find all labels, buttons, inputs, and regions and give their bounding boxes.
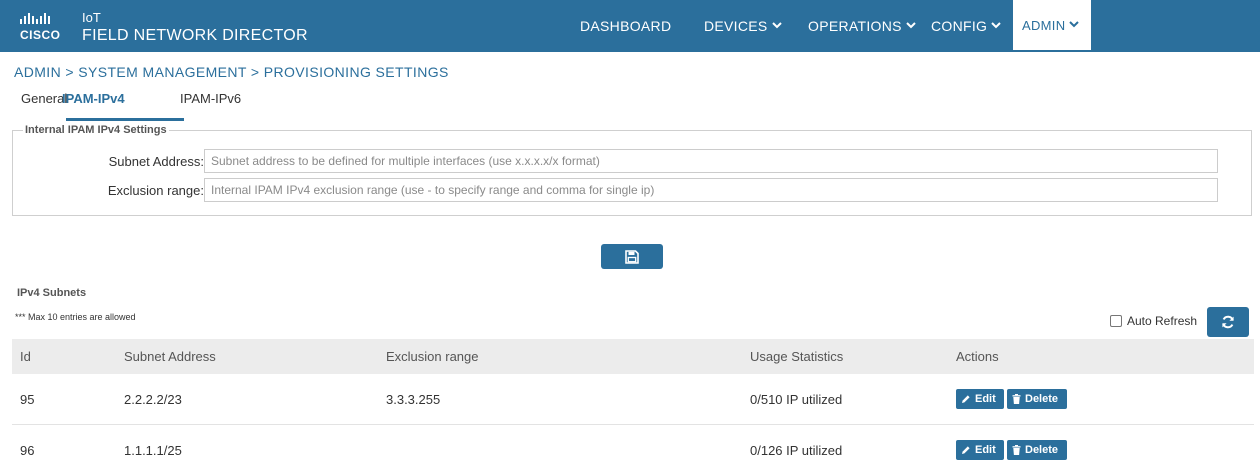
edit-button[interactable]: Edit: [956, 440, 1004, 460]
edit-label: Edit: [975, 393, 996, 405]
brand-logo[interactable]: CISCO IoT FIELD NETWORK DIRECTOR: [20, 10, 340, 46]
nav-config-label: CONFIG: [931, 18, 988, 34]
subnet-address-row: Subnet Address:: [13, 149, 1253, 175]
chevron-down-icon: [906, 21, 916, 28]
provisioning-tabs: General IPAM-IPv4 IPAM-IPv6: [14, 84, 1254, 122]
delete-label: Delete: [1025, 393, 1059, 405]
column-header-subnet-address[interactable]: Subnet Address: [124, 339, 216, 374]
nav-operations-label: OPERATIONS: [808, 18, 902, 34]
cell-exclusion-range: 3.3.3.255: [386, 391, 441, 407]
cell-actions: Edit Delete: [956, 374, 1067, 424]
cell-subnet-address: 1.1.1.1/25: [124, 442, 182, 458]
settings-legend: Internal IPAM IPv4 Settings: [23, 124, 169, 136]
active-tab-indicator: [66, 118, 184, 121]
ipv4-subnets-title: IPv4 Subnets: [17, 287, 87, 299]
cell-usage-statistics: 0/510 IP utilized: [750, 391, 843, 407]
ipam-ipv4-settings-panel: Internal IPAM IPv4 Settings Subnet Addre…: [12, 124, 1253, 216]
table-header: Id Subnet Address Exclusion range Usage …: [12, 339, 1254, 374]
nav-admin-label: ADMIN: [1022, 17, 1066, 33]
product-name: FIELD NETWORK DIRECTOR: [82, 27, 308, 44]
exclusion-range-label: Exclusion range:: [107, 183, 204, 198]
top-navigation-bar: CISCO IoT FIELD NETWORK DIRECTOR DASHBOA…: [0, 0, 1260, 52]
table-row: 95 2.2.2.2/23 3.3.3.255 0/510 IP utilize…: [12, 374, 1254, 425]
floppy-disk-icon: [625, 249, 639, 264]
nav-devices-label: DEVICES: [704, 18, 768, 34]
cell-id: 96: [20, 442, 35, 458]
cell-usage-statistics: 0/126 IP utilized: [750, 442, 843, 458]
delete-label: Delete: [1025, 444, 1059, 456]
auto-refresh-label: Auto Refresh: [1127, 314, 1198, 328]
column-header-usage-statistics[interactable]: Usage Statistics: [750, 339, 843, 374]
nav-admin[interactable]: ADMIN: [1013, 0, 1091, 50]
auto-refresh-toggle[interactable]: Auto Refresh: [1110, 314, 1197, 328]
cell-actions: Edit Delete: [956, 425, 1067, 466]
nav-dashboard-label: DASHBOARD: [580, 18, 672, 34]
cell-id: 95: [20, 391, 35, 407]
cisco-logo-icon: [20, 13, 50, 24]
ipv4-subnets-table: Id Subnet Address Exclusion range Usage …: [12, 339, 1254, 466]
breadcrumb: ADMIN > SYSTEM MANAGEMENT > PROVISIONING…: [14, 64, 449, 80]
exclusion-range-row: Exclusion range:: [13, 178, 1253, 204]
tab-general[interactable]: General: [21, 91, 67, 106]
exclusion-range-input[interactable]: [204, 178, 1218, 202]
column-header-exclusion-range[interactable]: Exclusion range: [386, 339, 479, 374]
subnet-address-input[interactable]: [204, 149, 1218, 173]
auto-refresh-checkbox[interactable]: [1110, 315, 1122, 327]
column-header-id[interactable]: Id: [20, 339, 31, 374]
max-entries-note: *** Max 10 entries are allowed: [15, 312, 136, 322]
product-line: IoT: [82, 10, 101, 25]
table-row: 96 1.1.1.1/25 0/126 IP utilized Edit Del…: [12, 425, 1254, 466]
nav-operations[interactable]: OPERATIONS: [808, 0, 932, 52]
trash-icon: [1012, 394, 1021, 404]
pencil-icon: [962, 395, 970, 403]
edit-label: Edit: [975, 444, 996, 456]
trash-icon: [1012, 445, 1021, 455]
chevron-down-icon: [771, 21, 782, 28]
column-header-actions: Actions: [956, 349, 999, 364]
edit-button[interactable]: Edit: [956, 389, 1004, 409]
nav-dashboard[interactable]: DASHBOARD: [580, 0, 680, 52]
chevron-down-icon: [991, 21, 1001, 28]
nav-devices[interactable]: DEVICES: [704, 0, 804, 52]
delete-button[interactable]: Delete: [1007, 389, 1067, 409]
subnet-address-label: Subnet Address:: [108, 154, 204, 169]
refresh-icon: [1222, 315, 1234, 329]
nav-config[interactable]: CONFIG: [931, 0, 1013, 52]
pencil-icon: [962, 446, 970, 454]
cell-subnet-address: 2.2.2.2/23: [124, 391, 182, 407]
refresh-button[interactable]: [1207, 307, 1249, 337]
chevron-down-icon: [1069, 20, 1080, 27]
cisco-logo-word: CISCO: [20, 28, 61, 42]
save-button[interactable]: [601, 244, 663, 269]
delete-button[interactable]: Delete: [1007, 440, 1067, 460]
tab-ipam-ipv6[interactable]: IPAM-IPv6: [180, 91, 241, 106]
tab-ipam-ipv4[interactable]: IPAM-IPv4: [62, 91, 125, 106]
